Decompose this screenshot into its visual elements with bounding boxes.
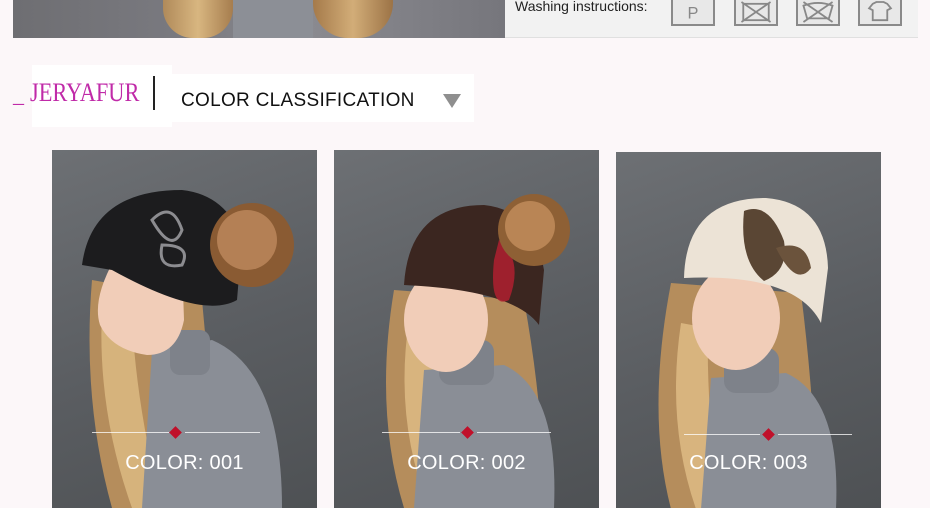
color-label: COLOR: 003 (689, 452, 808, 474)
triangle-down-icon (443, 94, 461, 108)
do-not-tumble-dry-icon (858, 0, 902, 26)
do-not-bleach-icon (796, 0, 840, 26)
top-product-photo (13, 0, 505, 38)
brand-divider (153, 76, 155, 110)
brand-prefix: _ (13, 82, 24, 107)
product-card-002[interactable]: COLOR: 002 (334, 150, 599, 508)
section-title: COLOR CLASSIFICATION (181, 90, 415, 111)
svg-text:P: P (688, 4, 699, 22)
professional-dry-clean-p-icon: P (671, 0, 715, 26)
color-label: COLOR: 002 (407, 452, 526, 474)
do-not-wash-icon (734, 0, 778, 26)
product-card-001[interactable]: COLOR: 001 (52, 150, 317, 508)
washing-instructions-panel: Washing instructions: P (505, 0, 918, 38)
product-card-003[interactable]: COLOR: 003 (616, 152, 881, 508)
washing-instructions-label: Washing instructions: (515, 0, 648, 14)
brand-name: JERYAFUR (30, 78, 140, 107)
color-label: COLOR: 001 (125, 452, 244, 474)
